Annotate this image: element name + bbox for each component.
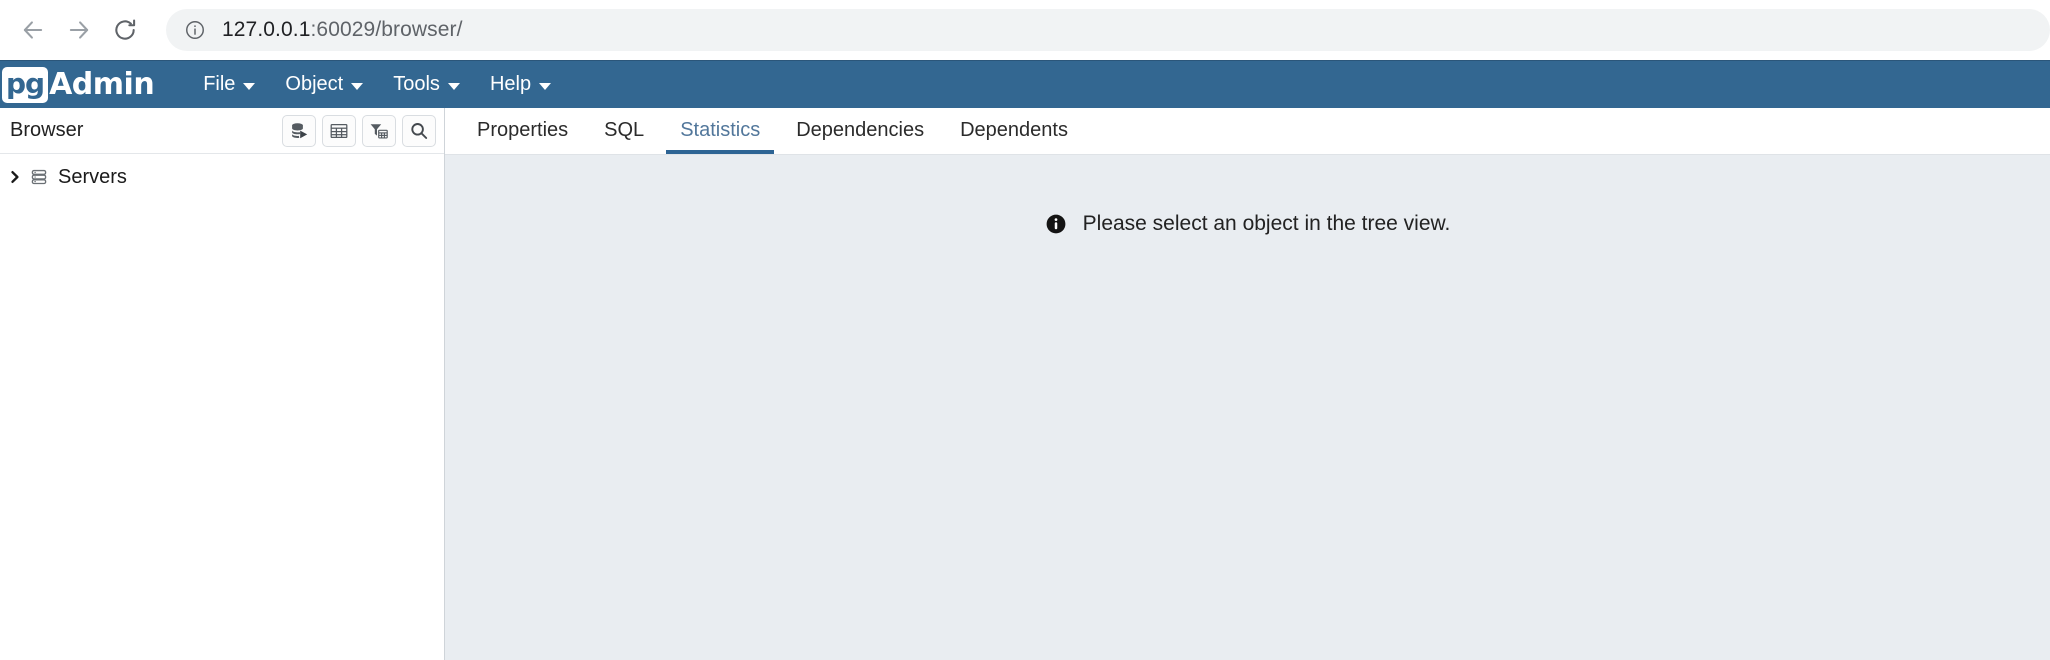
chevron-down-icon <box>447 83 460 90</box>
query-tool-icon <box>289 121 309 141</box>
pgadmin-logo: pg Admin <box>0 61 155 109</box>
search-icon <box>409 121 429 141</box>
browser-chrome-toolbar: 127.0.0.1:60029/browser/ <box>0 0 2050 60</box>
detail-tab-bar: Properties SQL Statistics Dependencies D… <box>445 108 2050 155</box>
server-rack-icon <box>26 167 52 187</box>
site-info-icon[interactable] <box>184 19 206 41</box>
browser-panel-header: Browser <box>0 108 444 154</box>
menu-item-file[interactable]: File <box>188 61 270 109</box>
main-menu-bar: File Object Tools Help <box>188 61 566 109</box>
tab-content-statistics: Please select an object in the tree view… <box>445 155 2050 660</box>
arrow-right-icon <box>66 17 92 43</box>
tab-properties[interactable]: Properties <box>463 120 582 154</box>
forward-button[interactable] <box>56 7 102 53</box>
tree-item-servers[interactable]: Servers <box>0 162 444 192</box>
empty-state-message: Please select an object in the tree view… <box>1082 212 1451 235</box>
chevron-down-icon <box>539 83 552 90</box>
address-bar[interactable]: 127.0.0.1:60029/browser/ <box>166 9 2050 51</box>
filtered-rows-icon <box>369 121 389 141</box>
tab-sql[interactable]: SQL <box>590 120 658 154</box>
browser-sidebar: Browser Servers <box>0 108 445 660</box>
pgadmin-browser-window: 127.0.0.1:60029/browser/ pg Admin File O… <box>0 0 2050 660</box>
menu-item-file-label: File <box>203 73 236 95</box>
empty-state: Please select an object in the tree view… <box>445 212 2050 236</box>
view-data-button[interactable] <box>322 114 356 147</box>
query-tool-button[interactable] <box>282 114 316 147</box>
tab-dependents[interactable]: Dependents <box>946 120 1082 154</box>
search-objects-button[interactable] <box>402 114 436 147</box>
menu-item-help[interactable]: Help <box>475 61 566 109</box>
pgadmin-logo-text: Admin <box>49 66 155 102</box>
back-button[interactable] <box>10 7 56 53</box>
pgadmin-logo-badge: pg <box>2 66 49 103</box>
workspace: Browser Servers Properties SQL Statistic… <box>0 108 2050 660</box>
address-bar-text: 127.0.0.1:60029/browser/ <box>222 18 463 42</box>
menu-item-tools-label: Tools <box>393 73 440 95</box>
menu-item-object[interactable]: Object <box>270 61 378 109</box>
object-tree: Servers <box>0 154 444 660</box>
menu-item-help-label: Help <box>489 73 532 95</box>
reload-icon <box>112 17 138 43</box>
url-host: 127.0.0.1 <box>222 18 311 41</box>
filtered-rows-button[interactable] <box>362 114 396 147</box>
browser-toolbar <box>282 114 436 147</box>
tab-statistics[interactable]: Statistics <box>666 120 775 154</box>
tree-item-servers-label: Servers <box>58 165 127 188</box>
tab-dependencies[interactable]: Dependencies <box>782 120 938 154</box>
object-detail-panel: Properties SQL Statistics Dependencies D… <box>445 108 2050 660</box>
menu-item-object-label: Object <box>285 73 344 95</box>
chevron-down-icon <box>351 83 364 90</box>
browser-panel-title: Browser <box>10 119 84 141</box>
pgadmin-menu-header: pg Admin File Object Tools Help <box>0 60 2050 108</box>
arrow-left-icon <box>20 17 46 43</box>
menu-item-tools[interactable]: Tools <box>378 61 475 109</box>
url-path: :60029/browser/ <box>310 18 463 41</box>
chevron-down-icon <box>243 83 256 90</box>
chevron-right-icon[interactable] <box>4 170 26 184</box>
view-data-icon <box>329 121 349 141</box>
reload-button[interactable] <box>102 7 148 53</box>
info-solid-icon <box>1045 213 1067 235</box>
